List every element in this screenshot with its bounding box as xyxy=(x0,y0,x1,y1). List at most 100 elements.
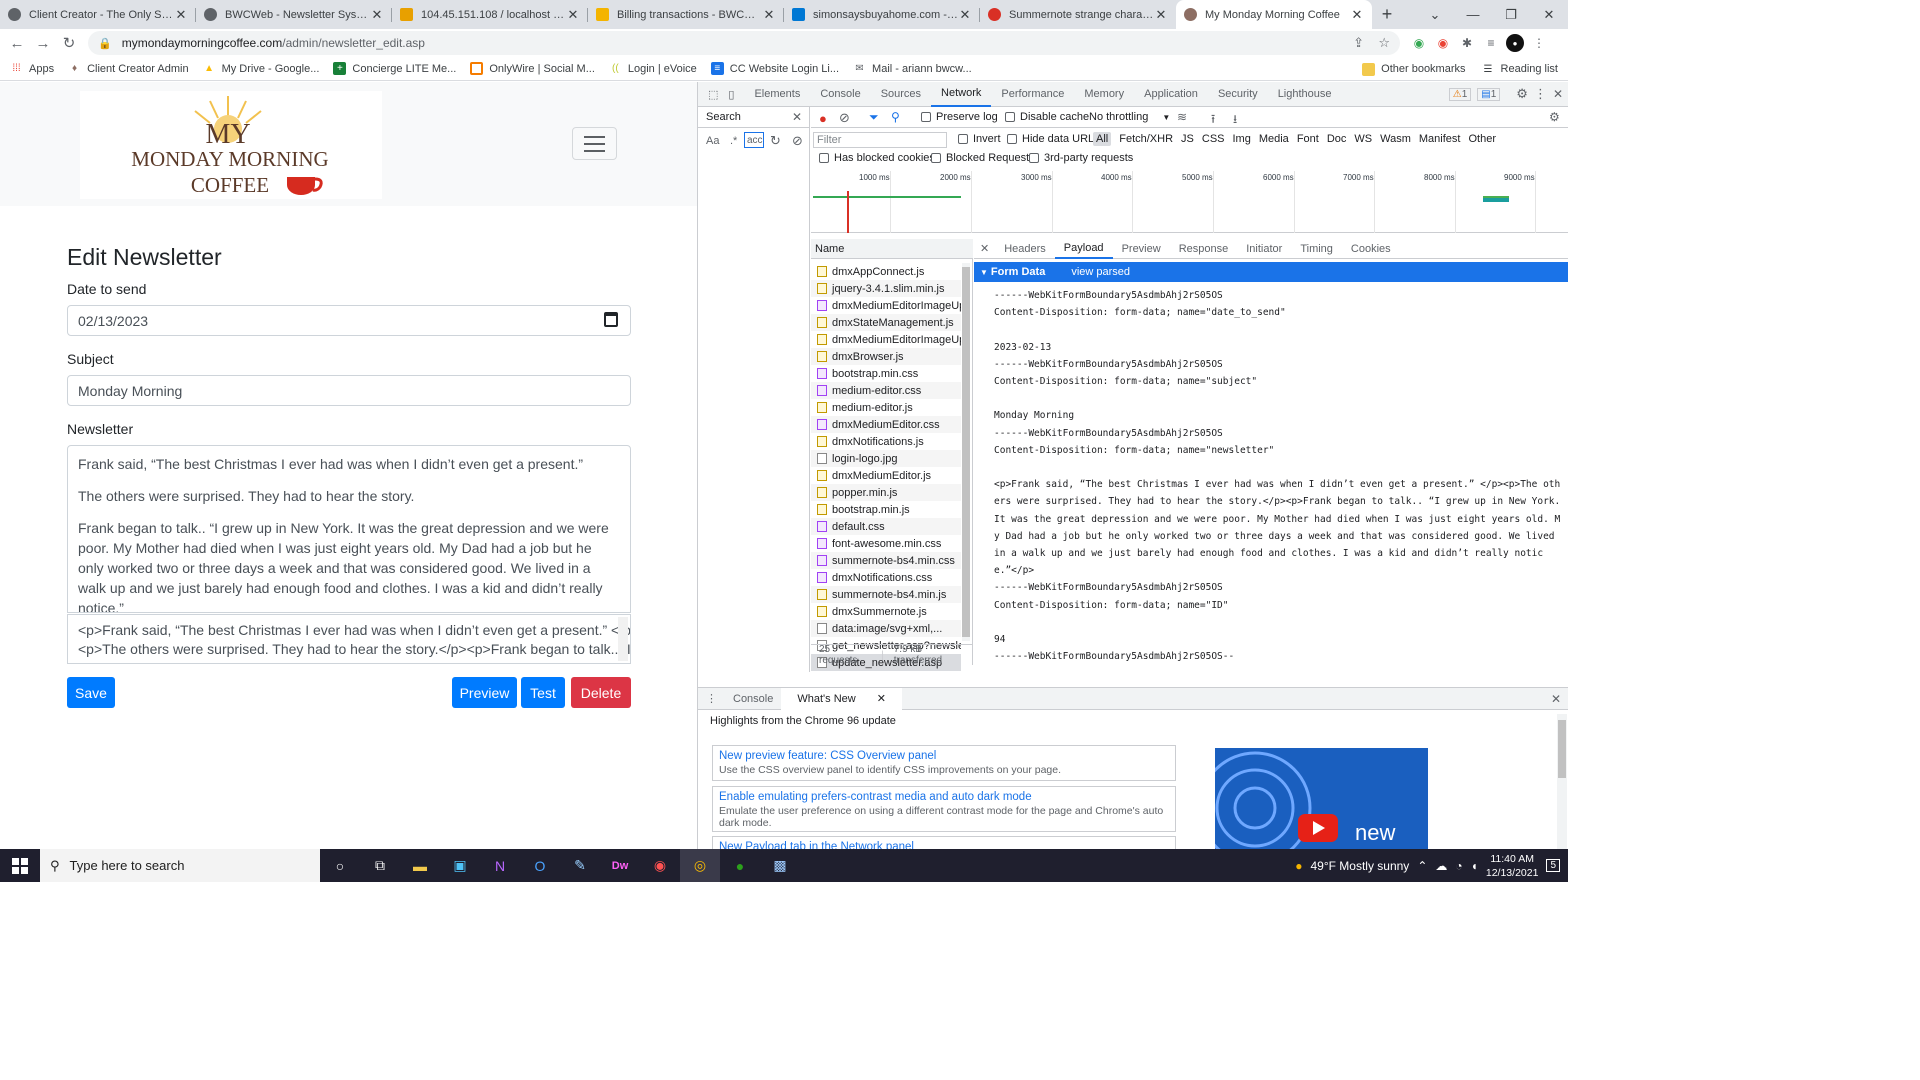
notepad-icon[interactable]: ✎ xyxy=(560,849,600,882)
address-bar[interactable]: 🔒 mymondaymorningcoffee.com/admin/newsle… xyxy=(88,31,1400,55)
other-bookmarks[interactable]: Other bookmarks xyxy=(1362,62,1466,76)
request-row[interactable]: dmxMediumEditor.css xyxy=(811,416,961,433)
app-monitor-icon[interactable]: ▩ xyxy=(760,849,800,882)
request-row[interactable]: dmxMediumEditorImageUplc xyxy=(811,297,961,314)
disable-cache-checkbox[interactable]: Disable cache xyxy=(1005,111,1089,123)
notification-center-icon[interactable]: 5 xyxy=(1546,859,1560,872)
request-row[interactable]: dmxNotifications.css xyxy=(811,569,961,586)
request-row[interactable]: jquery-3.4.1.slim.min.js xyxy=(811,280,961,297)
weather-text[interactable]: 49°F Mostly sunny xyxy=(1310,859,1409,873)
close-detail-icon[interactable]: ✕ xyxy=(974,239,995,259)
bookmark-item[interactable]: OnlyWire | Social M... xyxy=(470,62,595,75)
dreamweaver-icon[interactable]: Dw xyxy=(600,849,640,882)
onedrive-icon[interactable]: ☁ xyxy=(1435,859,1447,873)
blocked-cookies-checkbox[interactable]: Has blocked cookies xyxy=(819,152,935,164)
request-row[interactable]: dmxSummernote.js xyxy=(811,603,961,620)
drawer-tab-whats-new[interactable]: What's New ✕ xyxy=(781,687,902,710)
close-tab-icon[interactable]: ✕ xyxy=(958,7,972,23)
chevron-up-icon[interactable]: ⌃ xyxy=(1417,859,1427,873)
site-logo[interactable]: MY MONDAY MORNING COFFEE xyxy=(80,91,382,199)
request-row[interactable]: dmxMediumEditorImageUplc xyxy=(811,331,961,348)
extension-green-icon[interactable]: ◉ xyxy=(1410,34,1428,52)
close-tab-icon[interactable]: ✕ xyxy=(566,7,580,23)
bookmark-item[interactable]: ((Login | eVoice xyxy=(609,62,697,75)
message-badge[interactable]: ▤1 xyxy=(1477,87,1501,101)
volume-icon[interactable]: ◖ xyxy=(1471,859,1478,873)
lock-icon[interactable]: 🔒 xyxy=(98,37,112,50)
clock[interactable]: 11:40 AM 12/13/2021 xyxy=(1486,852,1539,880)
drawer-menu-icon[interactable]: ⋮ xyxy=(698,692,725,705)
tab-console[interactable]: Console xyxy=(810,82,870,107)
request-row[interactable]: bootstrap.min.css xyxy=(811,365,961,382)
avatar[interactable]: ● xyxy=(1506,34,1524,52)
regex-button[interactable]: .* xyxy=(730,135,737,147)
request-row[interactable]: summernote-bs4.min.css xyxy=(811,552,961,569)
tab-headers[interactable]: Headers xyxy=(995,239,1055,259)
taskbar-search-box[interactable]: ⚲ Type here to search xyxy=(40,849,320,882)
cortana-icon[interactable]: ○ xyxy=(320,849,360,882)
blocked-requests-checkbox[interactable]: Blocked Requests xyxy=(931,152,1035,164)
whats-new-video-thumbnail[interactable]: new xyxy=(1215,748,1428,849)
calendar-icon[interactable] xyxy=(604,312,618,327)
hamburger-menu-button[interactable] xyxy=(572,127,617,160)
request-row[interactable]: default.css xyxy=(811,518,961,535)
close-tab-icon[interactable]: ✕ xyxy=(762,7,776,23)
search-input[interactable]: acc xyxy=(744,132,764,148)
card-title[interactable]: New preview feature: CSS Overview panel xyxy=(719,750,1169,762)
delete-button[interactable]: Delete xyxy=(571,677,631,708)
tab-payload[interactable]: Payload xyxy=(1054,239,1113,259)
extension-red-icon[interactable]: ◉ xyxy=(1434,34,1452,52)
close-tab-icon[interactable]: ✕ xyxy=(869,692,894,705)
date-input[interactable]: 02/13/2023 xyxy=(67,305,631,336)
close-window-button[interactable]: ✕ xyxy=(1530,0,1568,29)
whats-new-card[interactable]: New preview feature: CSS Overview panel … xyxy=(712,745,1176,781)
puzzle-icon[interactable]: ✱ xyxy=(1458,34,1476,52)
drawer-scrollbar[interactable] xyxy=(1557,714,1567,849)
tab-initiator[interactable]: Initiator xyxy=(1237,239,1291,259)
request-row[interactable]: summernote-bs4.min.js xyxy=(811,586,961,603)
request-row[interactable]: dmxBrowser.js xyxy=(811,348,961,365)
close-tab-icon[interactable]: ✕ xyxy=(174,7,188,23)
browser-tab[interactable]: 104.45.151.108 / localhost / myn ✕ xyxy=(392,0,588,29)
request-list-scrollbar[interactable] xyxy=(962,263,970,641)
preserve-log-checkbox[interactable]: Preserve log xyxy=(921,111,998,123)
whats-new-card[interactable]: New Payload tab in the Network panel xyxy=(712,836,1176,849)
reload-button[interactable]: ↻ xyxy=(56,30,82,56)
close-drawer-icon[interactable]: ✕ xyxy=(1543,692,1568,706)
close-search-icon[interactable]: ✕ xyxy=(792,110,802,124)
third-party-checkbox[interactable]: 3rd-party requests xyxy=(1029,152,1133,164)
network-conditions-icon[interactable]: ≋ xyxy=(1177,110,1187,124)
preview-button[interactable]: Preview xyxy=(452,677,517,708)
maximize-button[interactable]: ❐ xyxy=(1492,0,1530,29)
browser-tab[interactable]: Billing transactions - BWCWeb - ✕ xyxy=(588,0,784,29)
outlook-icon[interactable]: O xyxy=(520,849,560,882)
filter-wasm[interactable]: Wasm xyxy=(1380,133,1411,145)
media-icon[interactable]: ≡ xyxy=(1482,34,1500,52)
filter-doc[interactable]: Doc xyxy=(1327,133,1347,145)
checkbox[interactable] xyxy=(921,112,931,122)
whats-new-card[interactable]: Enable emulating prefers-contrast media … xyxy=(712,786,1176,832)
warning-badge[interactable]: ⚠1 xyxy=(1448,87,1472,101)
request-row[interactable]: dmxMediumEditor.js xyxy=(811,467,961,484)
bookmark-item[interactable]: + Concierge LITE Me... xyxy=(333,62,456,75)
match-case-button[interactable]: Aa xyxy=(706,135,719,147)
file-explorer-icon[interactable]: ▬ xyxy=(400,849,440,882)
tab-performance[interactable]: Performance xyxy=(991,82,1074,107)
view-parsed-link[interactable]: view parsed xyxy=(1071,266,1130,278)
request-row[interactable]: dmxNotifications.js xyxy=(811,433,961,450)
hide-data-urls-checkbox[interactable]: Hide data URLs xyxy=(1007,133,1100,145)
tab-elements[interactable]: Elements xyxy=(744,82,810,107)
share-icon[interactable]: ⇪ xyxy=(1353,35,1364,51)
settings-gear-icon[interactable]: ⚙ xyxy=(1516,86,1528,102)
tab-response[interactable]: Response xyxy=(1170,239,1238,259)
devtools-menu-icon[interactable]: ⋮ xyxy=(1534,86,1547,102)
refresh-search-icon[interactable]: ↻ xyxy=(770,133,781,149)
filter-media[interactable]: Media xyxy=(1259,133,1289,145)
new-tab-button[interactable]: + xyxy=(1372,0,1402,29)
store-icon[interactable]: ▣ xyxy=(440,849,480,882)
request-row[interactable]: popper.min.js xyxy=(811,484,961,501)
bookmark-item[interactable]: ▲ My Drive - Google... xyxy=(203,62,319,75)
save-button[interactable]: Save xyxy=(67,677,115,708)
record-icon[interactable]: ● xyxy=(819,111,827,126)
filter-all[interactable]: All xyxy=(1093,132,1112,146)
